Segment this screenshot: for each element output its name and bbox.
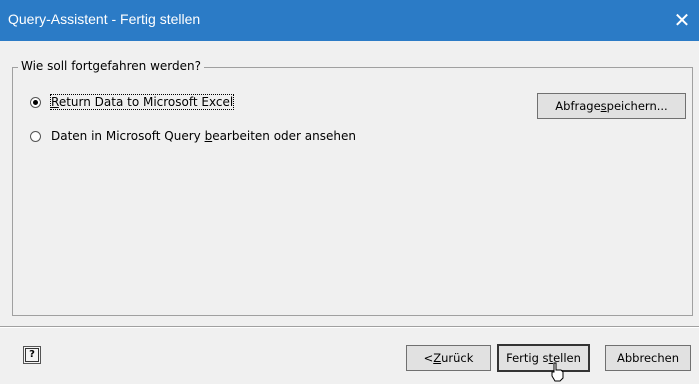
radio-edit-in-query[interactable] — [30, 130, 41, 142]
mouse-cursor-icon — [551, 362, 564, 382]
option-return-to-excel-label: Return Data to Microsoft Excel — [49, 94, 235, 110]
groupbox-legend: Wie soll fortgefahren werden? — [18, 59, 204, 73]
close-button[interactable]: ✕ — [665, 0, 699, 41]
option-edit-in-query-label: Daten in Microsoft Query bearbeiten oder… — [51, 129, 356, 143]
help-button[interactable]: ? — [23, 346, 41, 364]
cancel-button[interactable]: Abbrechen — [605, 345, 691, 371]
footer-separator — [0, 326, 699, 328]
radio-return-to-excel[interactable] — [30, 96, 41, 108]
help-icon: ? — [25, 348, 39, 362]
option-return-to-excel[interactable]: Return Data to Microsoft Excel — [30, 94, 235, 110]
option-edit-in-query[interactable]: Daten in Microsoft Query bearbeiten oder… — [30, 129, 356, 143]
window-title: Query-Assistent - Fertig stellen — [8, 11, 201, 27]
finish-button[interactable]: Fertig s t ellen — [497, 344, 590, 372]
save-query-button[interactable]: Abfrage s peichern... — [537, 93, 686, 119]
title-bar: Query-Assistent - Fertig stellen ✕ — [0, 0, 699, 41]
back-button[interactable]: < Zurück — [406, 345, 491, 371]
